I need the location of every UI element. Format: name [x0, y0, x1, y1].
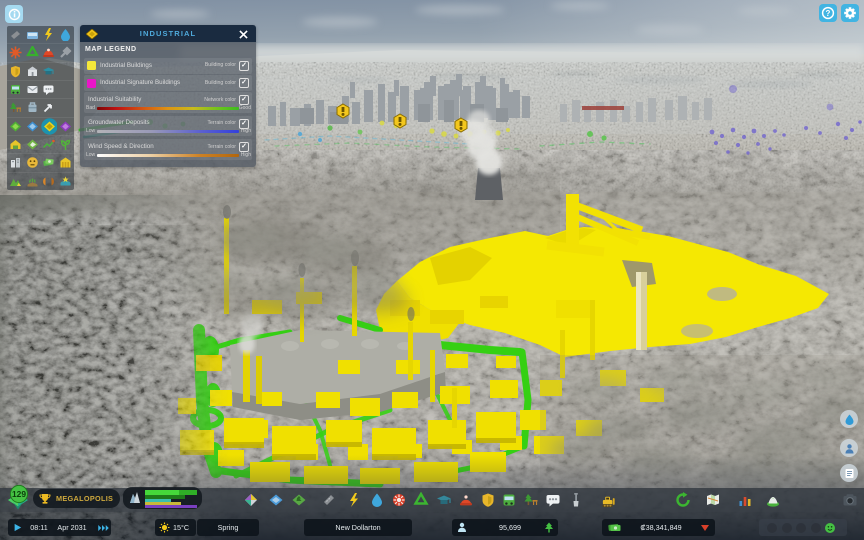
- svg-text:129: 129: [12, 489, 26, 499]
- svg-text:?: ?: [826, 9, 831, 18]
